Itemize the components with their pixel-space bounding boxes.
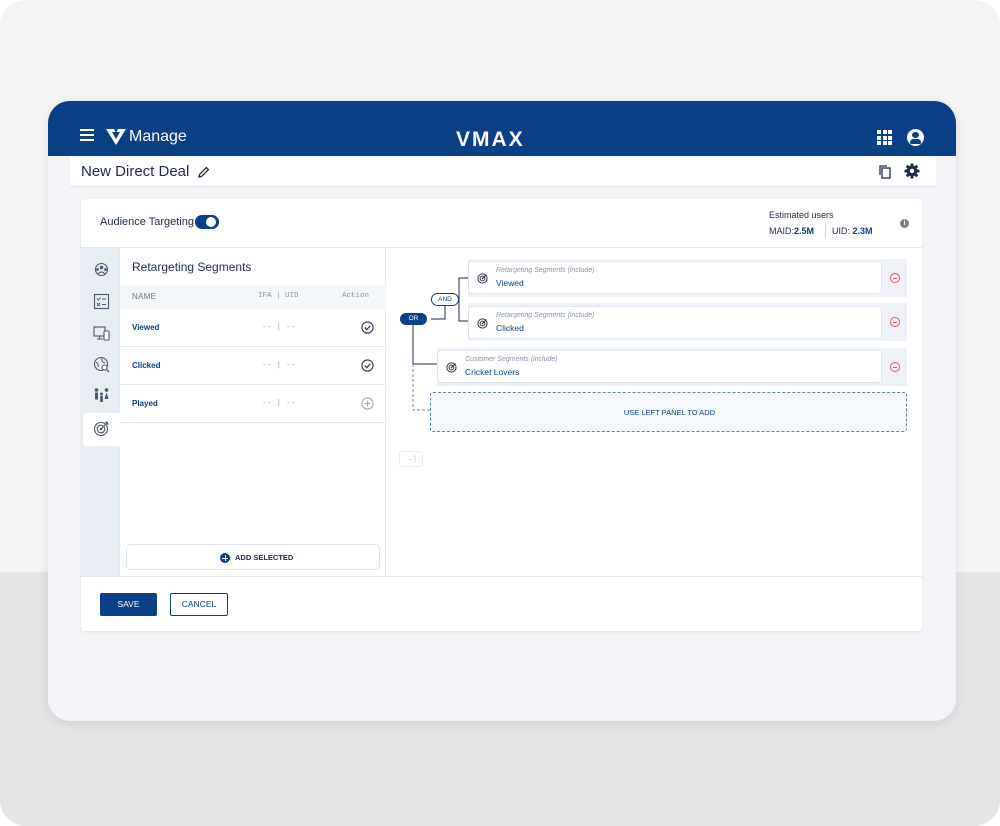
segment-name: Clicked xyxy=(132,361,161,370)
save-button[interactable]: SAVE xyxy=(100,593,157,616)
table-row[interactable]: Viewed -- | -- xyxy=(120,309,386,347)
maid-label: MAID: xyxy=(769,226,795,236)
segment-ifa-uid: -- | -- xyxy=(262,399,296,408)
devices-icon[interactable] xyxy=(93,325,110,342)
rule-item-cricket-lovers[interactable]: Customer Segments (include) Cricket Love… xyxy=(437,350,882,383)
rule-caption: Customer Segments (include) xyxy=(465,356,558,363)
page-title-bar: New Direct Deal xyxy=(70,156,936,187)
info-icon[interactable]: i xyxy=(900,219,909,228)
checklist-icon[interactable] xyxy=(93,293,110,310)
estimated-users-label: Estimated users xyxy=(769,210,834,220)
rule-item-viewed[interactable]: Retargeting Segments (include) Viewed xyxy=(468,261,882,294)
card-footer: SAVE CANCEL xyxy=(81,576,922,631)
rule-builder: Retargeting Segments (include) Viewed Re… xyxy=(387,248,922,576)
retargeting-segments-panel: Retargeting Segments NAME IFA | UID Acti… xyxy=(120,248,386,576)
remove-icon[interactable] xyxy=(890,362,900,372)
rule-caption: Retargeting Segments (include) xyxy=(496,267,595,274)
audience-icon[interactable] xyxy=(93,261,110,278)
rule-value: Clicked xyxy=(496,323,524,333)
or-operator-button[interactable]: OR xyxy=(400,313,427,325)
add-selected-label: ADD SELECTED xyxy=(235,553,294,562)
top-app-bar: Manage VMAX xyxy=(48,101,956,156)
target-icon xyxy=(477,273,488,284)
brand-logo-icon xyxy=(106,129,126,145)
edit-icon[interactable] xyxy=(197,165,211,179)
maid-estimate: MAID:2.5M xyxy=(769,226,814,236)
remove-icon[interactable] xyxy=(890,317,900,327)
copy-icon[interactable] xyxy=(878,164,892,180)
apps-grid-icon[interactable] xyxy=(877,130,892,145)
product-logo: VMAX xyxy=(456,128,525,151)
segment-name: Viewed xyxy=(132,323,160,332)
account-icon[interactable] xyxy=(907,129,924,146)
table-row[interactable]: Played -- | -- xyxy=(120,385,386,423)
column-name: NAME xyxy=(132,292,157,301)
check-icon[interactable] xyxy=(361,321,374,334)
uid-value: 2.3M xyxy=(852,226,873,236)
rule-item-clicked[interactable]: Retargeting Segments (include) Clicked xyxy=(468,306,882,339)
segment-ifa-uid: -- | -- xyxy=(262,361,296,370)
cancel-button[interactable]: CANCEL xyxy=(170,593,228,616)
segments-table-header: NAME IFA | UID Action xyxy=(120,285,386,309)
and-operator-button[interactable]: AND xyxy=(431,293,459,306)
app-window: Manage VMAX New Direct Deal Audience Tar… xyxy=(48,101,956,721)
check-icon[interactable] xyxy=(361,359,374,372)
add-circle-icon xyxy=(220,553,230,563)
menu-icon[interactable] xyxy=(80,129,94,141)
targeting-card: Audience Targeting Estimated users MAID:… xyxy=(81,199,922,631)
segments-title: Retargeting Segments xyxy=(132,260,252,274)
uid-label: UID: xyxy=(832,226,853,236)
table-row[interactable]: Clicked -- | -- xyxy=(120,347,386,385)
add-selected-button[interactable]: ADD SELECTED xyxy=(126,544,380,570)
drop-zone-label: USE LEFT PANEL TO ADD xyxy=(623,408,716,417)
rule-value: Cricket Lovers xyxy=(465,367,520,377)
targeting-header: Audience Targeting Estimated users MAID:… xyxy=(81,199,922,248)
rule-caption: Retargeting Segments (include) xyxy=(496,312,595,319)
segment-ifa-uid: -- | -- xyxy=(262,323,296,332)
remove-icon[interactable] xyxy=(890,273,900,283)
uid-estimate: UID: 2.3M xyxy=(832,226,873,236)
add-icon[interactable] xyxy=(361,397,374,410)
target-icon xyxy=(446,362,457,373)
audience-targeting-toggle[interactable] xyxy=(195,215,219,229)
settings-icon[interactable] xyxy=(904,163,920,179)
targeting-side-rail xyxy=(81,248,120,576)
rule-value: Viewed xyxy=(496,278,524,288)
brand-name: Manage xyxy=(129,128,187,145)
location-icon[interactable] xyxy=(93,356,110,373)
demographics-icon[interactable] xyxy=(93,387,110,404)
drop-zone[interactable]: USE LEFT PANEL TO ADD xyxy=(430,392,907,432)
page-title: New Direct Deal xyxy=(81,163,190,180)
audience-targeting-label: Audience Targeting xyxy=(100,216,194,228)
column-action: Action xyxy=(342,292,370,300)
maid-value: 2.5M xyxy=(794,226,815,236)
segment-name: Played xyxy=(132,399,158,408)
target-icon[interactable] xyxy=(93,420,110,437)
estimate-divider xyxy=(825,223,826,239)
target-icon xyxy=(477,318,488,329)
column-ifa-uid: IFA | UID xyxy=(258,292,299,300)
collapse-panel-icon[interactable]: →| xyxy=(399,451,423,467)
